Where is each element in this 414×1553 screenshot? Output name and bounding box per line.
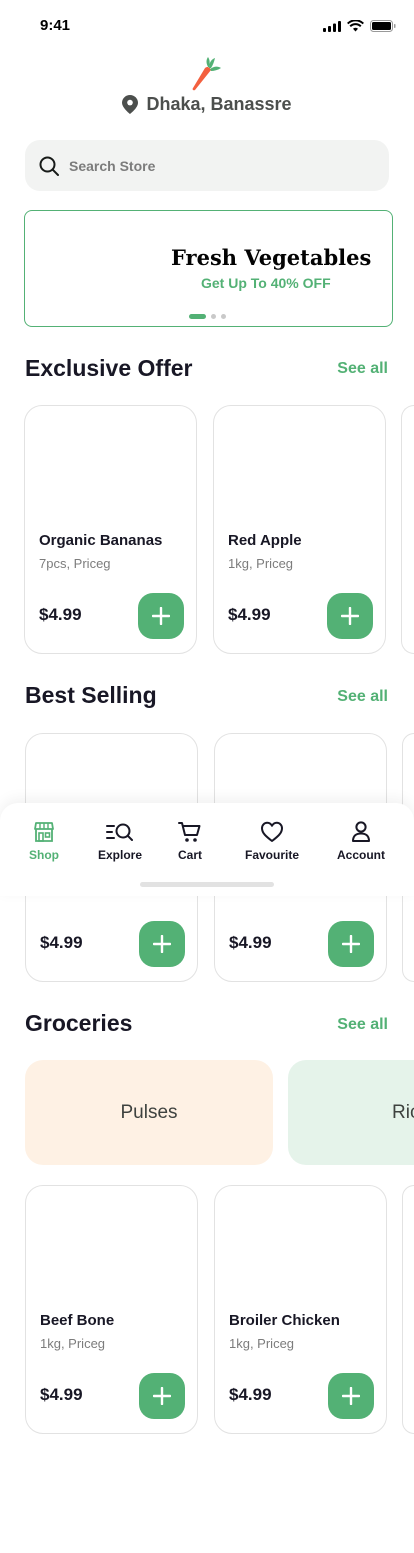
cart-icon (178, 822, 201, 842)
battery-icon (370, 20, 396, 32)
product-card[interactable]: Beef Bone 1kg, Priceg $4.99 (25, 1185, 198, 1434)
add-to-cart-button[interactable] (328, 1373, 374, 1419)
location-pin-icon (122, 95, 139, 114)
category-rice[interactable]: Ric (288, 1060, 414, 1165)
product-meta: 7pcs, Priceg (39, 556, 111, 571)
carousel-dot-active[interactable] (189, 314, 206, 319)
location[interactable]: Dhaka, Banassre (0, 94, 414, 115)
promo-banner[interactable]: Fresh Vegetables Get Up To 40% OFF (24, 210, 393, 327)
add-to-cart-button[interactable] (138, 593, 184, 639)
product-card[interactable]: Broiler Chicken 1kg, Priceg $4.99 (214, 1185, 387, 1434)
banner-title: Fresh Vegetables (171, 245, 372, 270)
tab-favourite[interactable]: Favourite (245, 821, 299, 862)
status-icons (323, 20, 396, 32)
tab-explore[interactable]: Explore (98, 821, 142, 862)
add-to-cart-button[interactable] (327, 593, 373, 639)
product-meta: 1kg, Priceg (40, 1336, 106, 1351)
tab-cart[interactable]: Cart (178, 821, 202, 862)
category-pulses[interactable]: Pulses (25, 1060, 273, 1165)
product-meta: 1kg, Priceg (229, 1336, 295, 1351)
section-title-exclusive: Exclusive Offer (25, 355, 193, 381)
product-price: $4.99 (40, 1385, 83, 1404)
search-input[interactable] (69, 157, 349, 174)
product-price: $4.99 (39, 605, 82, 624)
add-to-cart-button[interactable] (328, 921, 374, 967)
carousel-dot[interactable] (221, 314, 226, 319)
plus-icon (153, 1387, 171, 1405)
tab-label: Shop (29, 848, 59, 862)
wifi-icon (347, 20, 364, 32)
tab-label: Account (337, 848, 385, 862)
tab-label: Explore (98, 848, 143, 862)
product-name: Broiler Chicken (229, 1312, 340, 1329)
carrot-logo-icon (192, 57, 221, 91)
carousel-dots[interactable] (189, 314, 226, 319)
signal-icon (323, 20, 341, 32)
plus-icon (152, 607, 170, 625)
see-all-best[interactable]: See all (337, 688, 388, 706)
tab-label: Cart (178, 848, 203, 862)
product-name: Beef Bone (40, 1312, 115, 1329)
see-all-groceries[interactable]: See all (337, 1016, 388, 1034)
product-card[interactable]: Organic Bananas 7pcs, Priceg $4.99 (24, 405, 197, 654)
plus-icon (342, 935, 360, 953)
product-name: Organic Bananas (39, 532, 163, 549)
carousel-dot[interactable] (211, 314, 216, 319)
plus-icon (341, 607, 359, 625)
tab-account[interactable]: Account (337, 821, 385, 862)
banner-subtitle: Get Up To 40% OFF (201, 275, 331, 291)
status-bar: 9:41 (0, 0, 414, 48)
home-indicator (140, 882, 274, 887)
shop-icon (34, 822, 54, 842)
search-icon (39, 156, 59, 176)
bottom-tab-bar: Shop Explore Cart Favourite Account (0, 803, 414, 896)
product-price: $4.99 (229, 1385, 272, 1404)
add-to-cart-button[interactable] (139, 921, 185, 967)
search-bar[interactable] (25, 140, 389, 191)
tab-label: Favourite (245, 848, 300, 862)
plus-icon (342, 1387, 360, 1405)
plus-icon (153, 935, 171, 953)
product-name: Red Apple (228, 532, 302, 549)
product-price: $4.99 (40, 933, 83, 952)
account-icon (352, 821, 370, 842)
tab-shop[interactable]: Shop (29, 821, 59, 862)
status-time: 9:41 (40, 17, 71, 34)
explore-icon (106, 823, 133, 841)
section-title-best: Best Selling (25, 682, 157, 708)
product-card-partial[interactable] (402, 1185, 414, 1434)
product-price: $4.99 (228, 605, 271, 624)
product-card-partial[interactable] (401, 405, 414, 654)
section-title-groceries: Groceries (25, 1010, 133, 1036)
see-all-exclusive[interactable]: See all (337, 360, 388, 378)
add-to-cart-button[interactable] (139, 1373, 185, 1419)
location-label: Dhaka, Banassre (146, 94, 292, 114)
product-card[interactable]: Red Apple 1kg, Priceg $4.99 (213, 405, 386, 654)
heart-icon (261, 821, 283, 842)
product-meta: 1kg, Priceg (228, 556, 294, 571)
category-label: Ric (392, 1101, 414, 1123)
category-label: Pulses (120, 1101, 178, 1123)
product-price: $4.99 (229, 933, 272, 952)
